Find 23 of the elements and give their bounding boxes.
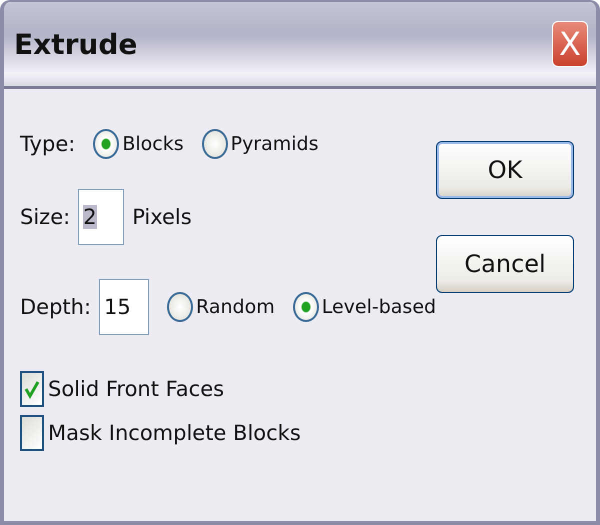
window-title: Extrude <box>14 28 138 60</box>
size-label: Size: <box>20 205 70 229</box>
radio-label: Random <box>196 296 275 318</box>
ok-button[interactable]: OK <box>436 141 574 199</box>
depth-field[interactable]: 15 <box>99 279 150 335</box>
cancel-button[interactable]: Cancel <box>436 235 574 293</box>
type-label: Type: <box>20 132 76 156</box>
radio-label: Level-based <box>322 296 436 318</box>
depth-label: Depth: <box>20 295 92 319</box>
radio-label: Blocks <box>122 133 184 155</box>
checkbox[interactable] <box>20 415 44 451</box>
checkbox[interactable] <box>20 371 44 407</box>
size-field[interactable]: 2 <box>78 189 124 245</box>
close-button[interactable]: X <box>552 21 588 67</box>
checkbox-label: Mask Incomplete Blocks <box>48 421 301 445</box>
radio-button[interactable] <box>292 292 319 322</box>
radio-button[interactable] <box>167 292 194 322</box>
radio-button[interactable] <box>202 129 228 159</box>
check-icon <box>24 379 40 399</box>
checkbox-label: Solid Front Faces <box>48 377 224 401</box>
unit-label: Pixels <box>132 205 192 229</box>
radio-button[interactable] <box>93 129 120 159</box>
radio-label: Pyramids <box>230 133 319 155</box>
